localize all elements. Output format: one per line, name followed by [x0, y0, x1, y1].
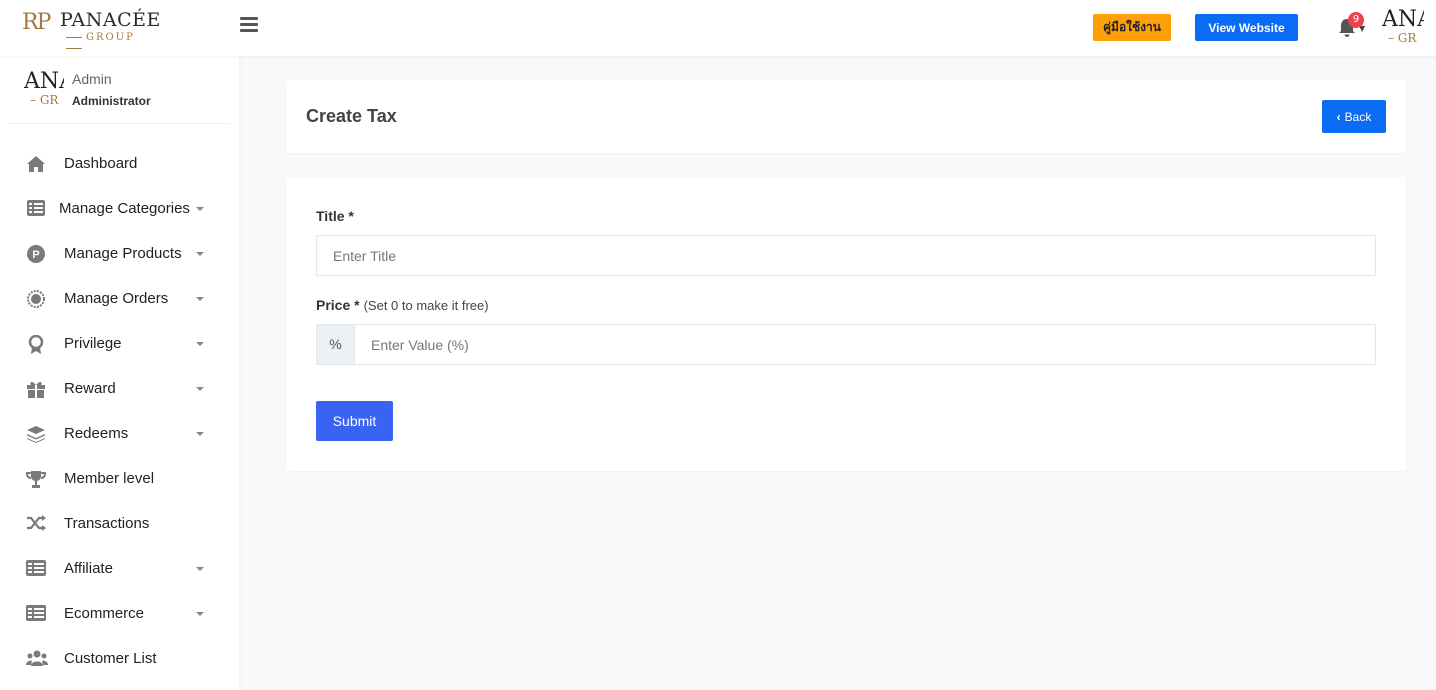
- sidebar-item-reward[interactable]: Reward: [0, 367, 239, 412]
- percent-addon: %: [316, 324, 354, 365]
- user-avatar[interactable]: ANA – GR: [1382, 8, 1424, 48]
- sidebar-item-manage-products[interactable]: P Manage Products: [0, 232, 239, 277]
- chevron-down-icon: [196, 567, 204, 571]
- sidebar-item-transactions[interactable]: Transactions: [0, 502, 239, 547]
- award-icon: [26, 334, 46, 355]
- sidebar-item-manage-categories[interactable]: Manage Categories: [0, 187, 239, 232]
- avatar-text: ANA: [1382, 8, 1424, 32]
- chevron-down-icon: [196, 342, 204, 346]
- sidebar-item-manage-orders[interactable]: Manage Orders: [0, 277, 239, 322]
- home-icon: [26, 155, 46, 175]
- back-button[interactable]: ‹ Back: [1322, 100, 1386, 133]
- notification-count-badge: 9: [1348, 12, 1364, 28]
- sidebar-item-label: Reward: [64, 380, 116, 397]
- sidebar-item-label: Privilege: [64, 335, 122, 352]
- sidebar-item-label: Redeems: [64, 425, 129, 442]
- price-label: Price * (Set 0 to make it free): [316, 297, 489, 313]
- sidebar-item-ecommerce[interactable]: Ecommerce: [0, 592, 239, 637]
- product-p-icon: P: [26, 245, 46, 265]
- ecommerce-list-icon: [26, 605, 46, 625]
- page-header-card: Create Tax ‹ Back: [286, 80, 1406, 153]
- layers-icon: [26, 425, 46, 445]
- sidebar-item-customer-list[interactable]: Customer List: [0, 637, 239, 682]
- profile-name: Admin: [72, 71, 112, 87]
- price-label-text: Price *: [316, 297, 360, 313]
- panacee-logo[interactable]: RP PANACÉE GROUP: [22, 8, 160, 48]
- chevron-down-icon: [196, 207, 204, 211]
- hamburger-menu-icon[interactable]: [240, 17, 258, 33]
- title-input[interactable]: [316, 235, 1376, 276]
- logo-brand: PANACÉE: [60, 9, 161, 31]
- sidebar-item-label: Manage Orders: [64, 290, 169, 307]
- sidebar-item-label: Transactions: [64, 515, 150, 532]
- sidebar-item-dashboard[interactable]: Dashboard: [0, 142, 239, 187]
- svg-text:P: P: [32, 249, 39, 261]
- sidebar-item-label: Customer List: [64, 650, 157, 667]
- chevron-down-icon: [196, 612, 204, 616]
- user-manual-button[interactable]: คู่มือใช้งาน: [1093, 14, 1171, 41]
- page-title: Create Tax: [306, 106, 397, 126]
- sidebar-item-label: Dashboard: [64, 155, 138, 172]
- sidebar-item-label: Member level: [64, 470, 155, 487]
- profile-avatar-text: ANA: [24, 70, 64, 94]
- sidebar-item-label: Manage Categories: [59, 200, 190, 217]
- price-hint: (Set 0 to make it free): [363, 298, 489, 313]
- avatar-subtext: – GR: [1388, 31, 1417, 45]
- profile-role: Administrator: [72, 94, 151, 108]
- view-website-button[interactable]: View Website: [1195, 14, 1298, 41]
- price-input[interactable]: [354, 324, 1376, 365]
- title-label: Title *: [316, 208, 354, 224]
- sidebar-item-privilege[interactable]: Privilege: [0, 322, 239, 367]
- sidebar-menu: Dashboard Manage Categories P Manage Pro…: [0, 142, 239, 682]
- sidebar-item-label: Manage Products: [64, 245, 182, 262]
- list-icon: [26, 200, 46, 220]
- sidebar: ANA – GR Admin Administrator Dashboard M…: [0, 56, 239, 690]
- chevron-left-icon: ‹: [1336, 109, 1341, 124]
- sidebar-item-affiliate[interactable]: Affiliate: [0, 547, 239, 592]
- sidebar-profile: ANA – GR Admin Administrator: [8, 56, 230, 124]
- logo-group: GROUP: [62, 32, 154, 54]
- users-icon: [26, 650, 48, 670]
- trophy-icon: [25, 470, 47, 490]
- order-badge-icon: [26, 290, 46, 310]
- sidebar-item-redeems[interactable]: Redeems: [0, 412, 239, 457]
- sidebar-item-label: Affiliate: [64, 560, 113, 577]
- submit-button[interactable]: Submit: [316, 401, 393, 441]
- chevron-down-icon: [196, 432, 204, 436]
- affiliate-list-icon: [26, 560, 46, 580]
- profile-avatar-subtext: – GR: [30, 93, 59, 107]
- chevron-down-icon: [196, 297, 204, 301]
- profile-avatar: ANA – GR: [24, 70, 64, 110]
- top-header: RP PANACÉE GROUP คู่มือใช้งาน View Websi…: [0, 0, 1436, 56]
- chevron-down-icon: [196, 387, 204, 391]
- back-button-label: Back: [1344, 109, 1372, 124]
- gift-icon: [26, 380, 46, 400]
- chevron-down-icon: [196, 252, 204, 256]
- create-tax-form: Title * Price *(Set 0 to make it free) %…: [286, 177, 1406, 471]
- sidebar-item-label: Ecommerce: [64, 605, 145, 622]
- shuffle-icon: [26, 515, 46, 535]
- logo-mark: RP: [22, 10, 51, 35]
- sidebar-item-member-level[interactable]: Member level: [0, 457, 239, 502]
